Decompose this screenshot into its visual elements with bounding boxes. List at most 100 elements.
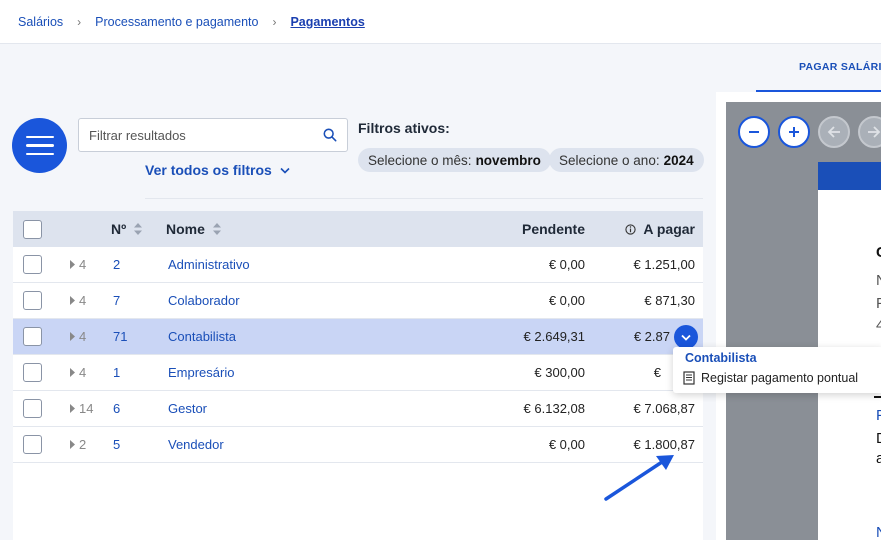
table-row-selected[interactable]: 4 71 Contabilista € 2.649,31 € 2.87: [13, 319, 703, 355]
row-checkbox[interactable]: [23, 327, 42, 346]
row-to-pay: € 871,30: [644, 293, 695, 308]
select-all-checkbox[interactable]: [23, 219, 42, 239]
row-count: 4: [79, 329, 87, 344]
breadcrumb: Salários › Processamento e pagamento › P…: [0, 0, 881, 44]
caret-right-icon: [70, 440, 75, 449]
row-checkbox[interactable]: [23, 363, 42, 382]
row-num[interactable]: 1: [113, 365, 120, 380]
search-input[interactable]: [79, 119, 309, 151]
menu-button[interactable]: [12, 118, 67, 173]
register-payment-menu-item[interactable]: Registar pagamento pontual: [683, 371, 858, 385]
caret-right-icon: [70, 260, 75, 269]
row-num[interactable]: 71: [113, 329, 127, 344]
breadcrumb-pagamentos[interactable]: Pagamentos: [290, 15, 364, 29]
chevron-down-icon: [280, 167, 290, 174]
row-expand[interactable]: 2: [70, 437, 86, 452]
row-expand[interactable]: 4: [70, 365, 86, 380]
info-icon[interactable]: [625, 223, 637, 235]
chip-value: novembro: [475, 152, 541, 168]
document-viewer: C N F 4 F D a N: [726, 102, 881, 540]
zoom-in-button[interactable]: [778, 116, 810, 148]
arrow-left-icon: [827, 126, 840, 138]
row-count: 14: [79, 401, 94, 416]
search-icon[interactable]: [323, 128, 337, 142]
table-row[interactable]: 4 7 Colaborador € 0,00 € 871,30: [13, 283, 703, 319]
payments-panel: Ver todos os filtros Filtros ativos: Sel…: [0, 92, 716, 540]
redacted-area: [243, 288, 473, 313]
breadcrumb-processamento[interactable]: Processamento e pagamento: [95, 15, 258, 29]
see-all-filters-label: Ver todos os filtros: [145, 162, 272, 178]
row-num[interactable]: 6: [113, 401, 120, 416]
row-num[interactable]: 5: [113, 437, 120, 452]
tab-pagar-salarios[interactable]: PAGAR SALÁRIOS: [756, 44, 881, 92]
row-num[interactable]: 7: [113, 293, 120, 308]
row-pending: € 300,00: [534, 365, 585, 380]
row-to-pay: € 1.251,00: [633, 257, 695, 272]
row-expand[interactable]: 4: [70, 293, 86, 308]
table-row[interactable]: 4 2 Administrativo € 0,00 € 1.251,00: [13, 247, 703, 283]
doc-text: a: [876, 450, 881, 467]
prev-page-button[interactable]: [818, 116, 850, 148]
filter-chip-month[interactable]: Selecione o mês: novembro: [358, 148, 551, 172]
row-name[interactable]: Administrativo: [168, 257, 250, 272]
column-header-label: Nome: [166, 221, 205, 237]
column-header-num[interactable]: Nº: [111, 221, 143, 237]
plus-icon: [789, 127, 799, 137]
column-header-label: Nº: [111, 221, 127, 237]
row-checkbox[interactable]: [23, 399, 42, 418]
doc-text: 4: [876, 317, 881, 334]
row-checkbox[interactable]: [23, 291, 42, 310]
sort-icon: [134, 223, 143, 235]
row-actions-toggle[interactable]: [674, 325, 698, 349]
row-name[interactable]: Colaborador: [168, 293, 240, 308]
chip-label: Selecione o mês:: [368, 152, 472, 168]
row-name[interactable]: Empresário: [168, 365, 234, 380]
table-row[interactable]: 4 1 Empresário € 300,00 €: [13, 355, 703, 391]
column-header-pending[interactable]: Pendente: [522, 221, 585, 237]
row-checkbox[interactable]: [23, 255, 42, 274]
popup-title: Contabilista: [685, 351, 757, 365]
next-page-button[interactable]: [858, 116, 881, 148]
minus-icon: [749, 131, 759, 133]
row-name[interactable]: Gestor: [168, 401, 207, 416]
row-num[interactable]: 2: [113, 257, 120, 272]
sort-icon: [212, 223, 221, 235]
chip-value: 2024: [663, 152, 694, 168]
breadcrumb-separator: ›: [77, 14, 82, 29]
table-header: Nº Nome Pendente A pagar: [13, 211, 703, 247]
table-row[interactable]: 14 6 Gestor € 6.132,08 € 7.068,87: [13, 391, 703, 427]
row-name[interactable]: Vendedor: [168, 437, 224, 452]
filter-chip-year[interactable]: Selecione o ano: 2024: [549, 148, 704, 172]
document-header-band: [818, 162, 881, 190]
row-count: 2: [79, 437, 87, 452]
row-pending: € 0,00: [548, 437, 585, 452]
row-to-pay: €: [653, 365, 661, 380]
row-to-pay: € 2.87: [633, 329, 670, 344]
row-expand[interactable]: 4: [70, 329, 86, 344]
row-to-pay: € 1.800,87: [633, 437, 695, 452]
menu-icon-line: [25, 144, 54, 147]
column-header-to-pay[interactable]: A pagar: [625, 221, 695, 237]
row-checkbox[interactable]: [23, 435, 42, 454]
see-all-filters-link[interactable]: Ver todos os filtros: [145, 162, 290, 178]
row-pending: € 0,00: [548, 293, 585, 308]
annotation-arrow: [604, 455, 674, 501]
chevron-down-icon: [681, 334, 691, 341]
doc-text: N: [876, 272, 881, 289]
caret-right-icon: [70, 368, 75, 377]
doc-text: F: [876, 407, 881, 424]
row-expand[interactable]: 4: [70, 257, 86, 272]
zoom-out-button[interactable]: [738, 116, 770, 148]
active-filters-title: Filtros ativos:: [358, 120, 450, 136]
row-expand[interactable]: 14: [70, 401, 93, 416]
divider: [145, 198, 703, 199]
column-header-name[interactable]: Nome: [166, 221, 221, 237]
tab-bar: PAGAR SALÁRIOS: [0, 44, 881, 92]
doc-text: D: [876, 430, 881, 447]
row-name[interactable]: Contabilista: [168, 329, 236, 344]
arrow-right-icon: [868, 126, 881, 138]
breadcrumb-salarios[interactable]: Salários: [18, 15, 63, 29]
doc-text: F: [876, 295, 881, 312]
row-actions-menu: Contabilista Registar pagamento pontual: [673, 347, 881, 393]
doc-rule: [874, 396, 881, 398]
